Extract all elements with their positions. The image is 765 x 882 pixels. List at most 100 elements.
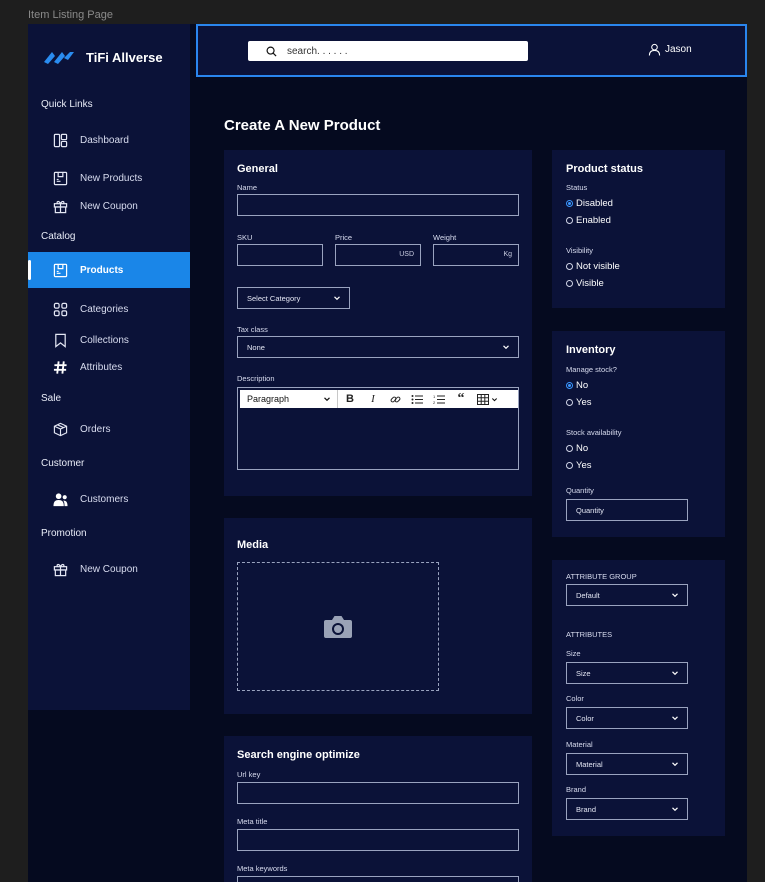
sidebar-item-orders[interactable]: Orders <box>28 416 190 442</box>
image-dropzone[interactable] <box>237 562 439 691</box>
chevron-down-icon <box>672 716 678 721</box>
sidebar-item-new-coupon[interactable]: New Coupon <box>28 193 190 219</box>
sidebar: TiFi Allverse Quick Links Dashboard New … <box>28 24 190 710</box>
stock-availability-yes-radio[interactable]: Yes <box>566 460 592 471</box>
sidebar-item-attributes[interactable]: Attributes <box>28 354 190 380</box>
section-sale: Sale <box>41 393 62 404</box>
gift-icon <box>52 198 68 214</box>
users-icon <box>52 491 68 507</box>
color-value: Color <box>576 713 594 723</box>
sidebar-item-customers[interactable]: Customers <box>28 486 190 512</box>
sidebar-item-new-products[interactable]: New Products <box>28 165 190 191</box>
weight-input[interactable]: Kg <box>433 244 519 266</box>
material-select[interactable]: Material <box>566 753 688 775</box>
brand-select[interactable]: Brand <box>566 798 688 820</box>
svg-text:1: 1 <box>433 394 436 399</box>
table-icon[interactable] <box>472 390 502 408</box>
bold-icon[interactable]: B <box>338 390 362 408</box>
section-promotion: Promotion <box>41 528 87 539</box>
color-label: Color <box>566 694 584 703</box>
quantity-label: Quantity <box>566 486 594 495</box>
url-key-label: Url key <box>237 770 261 779</box>
meta-title-label: Meta title <box>237 817 268 826</box>
sidebar-item-label: Collections <box>80 334 129 346</box>
page-title: Create A New Product <box>224 117 381 134</box>
sku-input[interactable] <box>237 244 323 266</box>
logo[interactable]: TiFi Allverse <box>42 48 163 66</box>
chevron-down-icon <box>672 762 678 767</box>
color-select[interactable]: Color <box>566 707 688 729</box>
stock-availability-no-radio[interactable]: No <box>566 443 588 454</box>
meta-keywords-input[interactable] <box>237 876 519 882</box>
grid-icon <box>52 301 68 317</box>
status-label: Status <box>566 183 588 192</box>
quantity-placeholder: Quantity <box>576 505 604 515</box>
sidebar-item-new-coupon-promo[interactable]: New Coupon <box>28 556 190 582</box>
attribute-group-label: ATTRIBUTE GROUP <box>566 572 637 581</box>
sidebar-item-dashboard[interactable]: Dashboard <box>28 127 190 153</box>
meta-title-input[interactable] <box>237 829 519 851</box>
link-icon[interactable] <box>384 390 406 408</box>
product-box-icon <box>52 170 68 186</box>
dashboard-icon <box>52 132 68 148</box>
radio-unselected-icon <box>566 399 573 406</box>
size-label: Size <box>566 649 581 658</box>
attributes-card: ATTRIBUTE GROUP Default ATTRIBUTES Size … <box>552 560 725 836</box>
size-value: Size <box>576 668 591 678</box>
description-label: Description <box>237 374 275 383</box>
top-header: Jason <box>196 24 747 77</box>
seo-title: Search engine optimize <box>237 749 360 761</box>
sidebar-item-label: Attributes <box>80 361 123 373</box>
not-visible-radio[interactable]: Not visible <box>566 261 620 272</box>
manage-stock-yes-radio[interactable]: Yes <box>566 397 592 408</box>
radio-label: Visible <box>576 278 604 289</box>
search-icon <box>266 46 277 57</box>
size-select[interactable]: Size <box>566 662 688 684</box>
radio-selected-icon <box>566 200 573 207</box>
attribute-group-select[interactable]: Default <box>566 584 688 606</box>
search-bar[interactable] <box>248 41 528 61</box>
user-name: Jason <box>665 44 692 55</box>
search-input[interactable] <box>287 45 507 57</box>
name-input[interactable] <box>237 194 519 216</box>
section-quick-links: Quick Links <box>41 99 93 110</box>
description-editor[interactable]: Paragraph B I 12 “ <box>237 387 519 470</box>
radio-label: Disabled <box>576 198 613 209</box>
url-key-input[interactable] <box>237 782 519 804</box>
user-icon <box>648 43 661 56</box>
visibility-label: Visibility <box>566 246 593 255</box>
status-enabled-radio[interactable]: Enabled <box>566 215 611 226</box>
category-select-value: Select Category <box>247 293 301 303</box>
visible-radio[interactable]: Visible <box>566 278 604 289</box>
quote-icon[interactable]: “ <box>450 390 472 408</box>
radio-label: Yes <box>576 460 592 471</box>
sidebar-item-label: Products <box>80 264 124 276</box>
radio-label: Yes <box>576 397 592 408</box>
gift-icon <box>52 561 68 577</box>
paragraph-style-select[interactable]: Paragraph <box>240 390 338 408</box>
svg-text:2: 2 <box>433 400 436 405</box>
tax-class-select[interactable]: None <box>237 336 519 358</box>
sidebar-item-products[interactable]: Products <box>28 252 190 288</box>
category-select[interactable]: Select Category <box>237 287 350 309</box>
brand-value: Brand <box>576 804 597 814</box>
section-customer: Customer <box>41 458 85 469</box>
manage-stock-no-radio[interactable]: No <box>566 380 588 391</box>
seo-card: Search engine optimize Url key Meta titl… <box>224 736 532 882</box>
user-menu[interactable]: Jason <box>648 43 692 56</box>
price-unit: USD <box>399 251 414 258</box>
bullet-list-icon[interactable] <box>406 390 428 408</box>
camera-icon <box>324 615 352 638</box>
status-disabled-radio[interactable]: Disabled <box>566 198 613 209</box>
sidebar-item-collections[interactable]: Collections <box>28 327 190 353</box>
tax-class-label: Tax class <box>237 325 268 334</box>
price-input[interactable]: USD <box>335 244 421 266</box>
italic-icon[interactable]: I <box>362 390 384 408</box>
hashtag-icon <box>52 359 68 375</box>
sidebar-item-categories[interactable]: Categories <box>28 296 190 322</box>
numbered-list-icon[interactable]: 12 <box>428 390 450 408</box>
sidebar-item-label: Customers <box>80 493 129 505</box>
radio-label: Not visible <box>576 261 620 272</box>
quantity-input[interactable]: Quantity <box>566 499 688 521</box>
sidebar-item-label: Orders <box>80 423 111 435</box>
